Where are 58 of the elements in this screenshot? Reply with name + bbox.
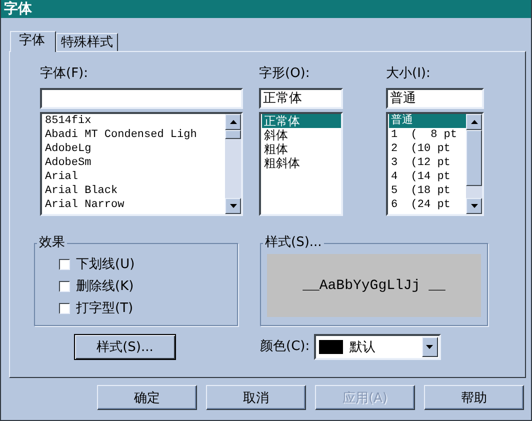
style-button[interactable]: 样式(S)... [74,334,176,360]
dropdown-button[interactable] [422,337,438,357]
list-item[interactable]: AdobeLg [43,142,225,156]
dialog-button[interactable]: 确定 [97,385,197,410]
up-arrow-icon [230,120,236,124]
size-label: 大小(I): [386,66,432,82]
checkbox[interactable] [59,258,70,270]
scroll-thumb[interactable] [466,130,482,186]
color-value: 默认 [350,339,377,356]
list-item[interactable]: 5 (18 pt [389,184,466,198]
size-input-field[interactable]: 普通 [386,88,484,109]
checkbox[interactable] [59,302,70,314]
dialog-button[interactable]: 取消 [206,385,306,410]
tab[interactable]: 字体 [10,31,56,52]
list-item[interactable]: Abadi MT Condensed Ligh [43,128,225,142]
checkbox-label: 删除线(K) [76,278,134,295]
list-item[interactable]: 粗体 [262,142,341,156]
list-box[interactable]: 正常体 斜体 粗体 粗斜体 [259,112,343,216]
font-input-field[interactable] [40,88,243,109]
list-item[interactable]: 正常体 [262,114,341,128]
checkbox[interactable] [59,280,70,292]
color-dropdown[interactable]: 默认 [314,334,441,360]
preview-sample: __AaBbYyGgLlJj __ [267,254,481,317]
list-item[interactable]: AdobeSm [43,156,225,170]
preview-title: 样式(S)... [263,235,324,251]
style-input-field[interactable]: 正常体 [259,88,343,109]
tab[interactable]: 特殊样式 [56,33,118,51]
list-item[interactable]: 2 (10 pt [389,142,466,156]
list-item[interactable]: 6 (24 pt [389,198,466,212]
up-arrow-icon [470,120,478,124]
checkbox-label: 下划线(U) [76,256,135,273]
scroll-up-button[interactable] [466,114,482,130]
down-arrow-icon [426,345,434,349]
scroll-down-button[interactable] [225,198,241,214]
list-item[interactable]: Arial [43,170,225,184]
list-item[interactable]: Arial Narrow [43,198,225,212]
dialog-button[interactable]: 帮助 [424,385,524,410]
list-item[interactable]: 1 ( 8 pt [389,128,466,142]
color-label: 颜色(C): [260,339,310,355]
list-item[interactable]: 4 (14 pt [389,170,466,184]
style-label: 字形(O): [259,66,311,82]
down-arrow-icon [230,204,236,208]
down-arrow-icon [470,204,478,208]
list-item[interactable]: 斜体 [262,128,341,142]
window-title: 字体 [1,0,531,18]
scroll-down-button[interactable] [466,198,482,214]
scrollbar[interactable] [225,114,241,214]
list-item[interactable]: 3 (12 pt [389,156,466,170]
list-item[interactable]: Arial Black [43,184,225,198]
list-item[interactable]: 粗斜体 [262,156,341,170]
scroll-thumb[interactable] [225,130,241,139]
list-box[interactable]: 8514fix Abadi MT Condensed Ligh AdobeLg AdobeSm Arial Arial Black Arial Narrow [40,112,243,216]
effects-title: 效果 [37,235,67,251]
list-item[interactable]: 8514fix [43,114,225,128]
scroll-up-button[interactable] [225,114,241,130]
font-label: 字体(F): [40,66,90,82]
scrollbar[interactable] [466,114,482,214]
checkbox-label: 打字型(T) [76,300,134,317]
